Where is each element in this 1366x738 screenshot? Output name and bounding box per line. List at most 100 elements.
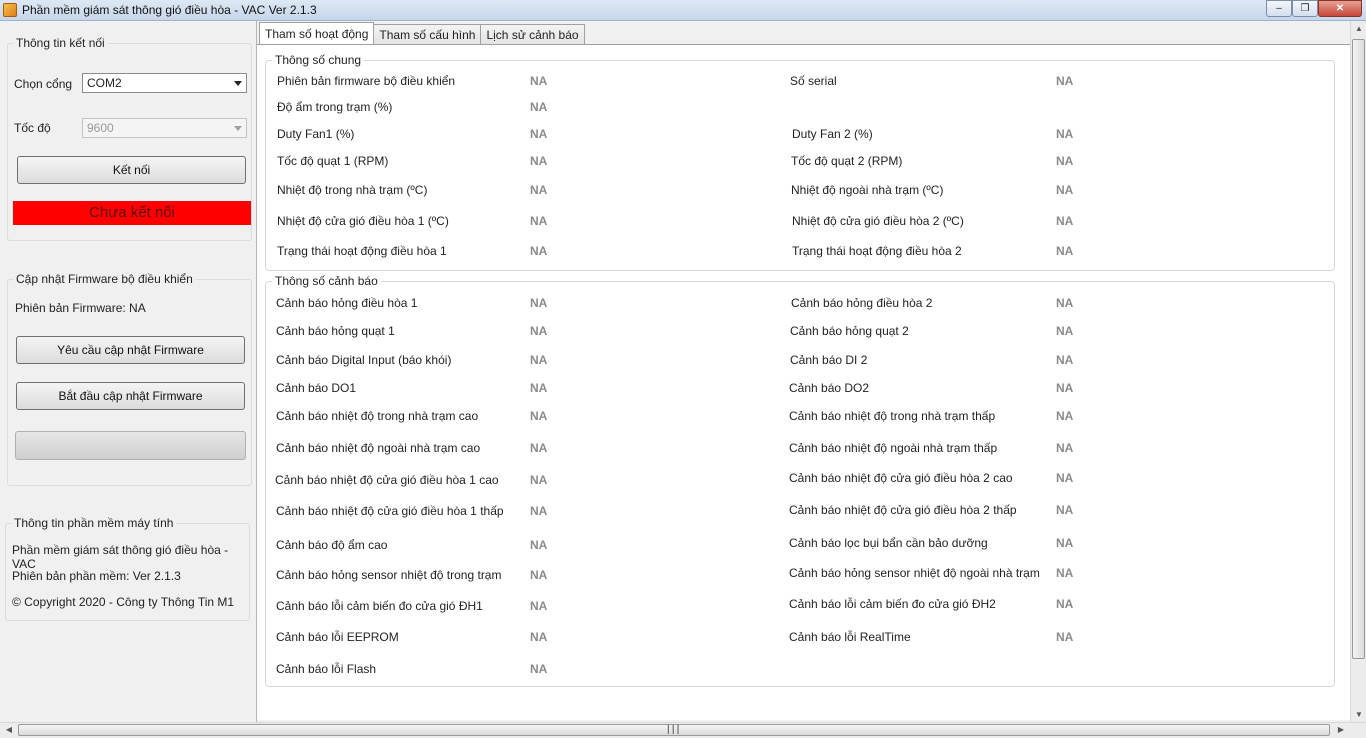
- baud-select[interactable]: 9600: [82, 118, 247, 138]
- param-label: Nhiệt độ ngoài nhà trạm (ºC): [791, 183, 944, 197]
- alarm-value: NA: [530, 662, 548, 676]
- alarm-label: Cảnh báo DI 2: [790, 353, 868, 367]
- param-value: NA: [1056, 127, 1074, 141]
- alarm-label: Cảnh báo nhiệt độ trong nhà trạm cao: [276, 409, 479, 423]
- tab-operation-params[interactable]: Tham số hoạt động: [259, 22, 375, 44]
- connection-status: Chưa kết nối: [13, 201, 251, 225]
- alarm-value: NA: [1056, 597, 1074, 611]
- alarm-label: Cảnh báo lỗi cảm biến đo cửa gió ĐH2: [789, 597, 996, 611]
- alarm-label: Cảnh báo hỏng sensor nhiệt độ trong trạm: [276, 568, 502, 582]
- alarm-value: NA: [530, 630, 548, 644]
- software-group-label: Thông tin phần mềm máy tính: [11, 516, 177, 530]
- vertical-scroll-thumb[interactable]: [1352, 39, 1365, 659]
- alarm-value: NA: [530, 441, 548, 455]
- connect-button[interactable]: Kết nối: [17, 156, 246, 184]
- param-value: NA: [1056, 244, 1074, 258]
- alarm-value: NA: [1056, 630, 1074, 644]
- scroll-up-icon[interactable]: ▲: [1352, 24, 1366, 33]
- software-name: Phần mềm giám sát thông gió điều hòa - V…: [12, 543, 229, 571]
- alarm-label: Cảnh báo nhiệt độ ngoài nhà trạm thấp: [789, 441, 998, 455]
- alarm-value: NA: [1056, 441, 1074, 455]
- software-info-group: Thông tin phần mềm máy tính Phần mềm giá…: [5, 516, 250, 621]
- alarm-value: NA: [530, 473, 548, 487]
- alarm-label: Cảnh báo lỗi Flash: [276, 662, 377, 676]
- alarm-value: NA: [1056, 381, 1074, 395]
- param-value: NA: [1056, 74, 1074, 88]
- port-select[interactable]: COM2: [82, 73, 247, 93]
- scroll-left-icon[interactable]: ◀: [2, 725, 16, 734]
- close-button[interactable]: ✕: [1318, 0, 1362, 17]
- baud-label: Tốc độ: [14, 121, 51, 135]
- param-value: NA: [530, 214, 548, 228]
- param-label: Nhiệt độ trong nhà trạm (ºC): [277, 183, 428, 197]
- param-value: NA: [530, 183, 548, 197]
- software-version: Phiên bản phần mềm: Ver 2.1.3: [12, 569, 181, 583]
- app-icon: [3, 3, 17, 17]
- alarm-label: Cảnh báo DO2: [789, 381, 870, 395]
- param-value: NA: [1056, 183, 1074, 197]
- alarm-value: NA: [530, 538, 548, 552]
- baud-select-value: 9600: [87, 121, 114, 135]
- param-value: NA: [530, 244, 548, 258]
- alarm-label: Cảnh báo nhiệt độ cửa gió điều hòa 1 thấ…: [276, 504, 504, 518]
- vertical-scrollbar[interactable]: ▲ ▼: [1350, 21, 1366, 723]
- chevron-down-icon: [234, 81, 242, 86]
- param-label: Độ ẩm trong trạm (%): [277, 100, 393, 114]
- param-label: Trạng thái hoạt động điều hòa 2: [792, 244, 962, 258]
- alarm-label: Cảnh báo lỗi EEPROM: [276, 630, 399, 644]
- alarm-value: NA: [1056, 471, 1074, 485]
- param-value: NA: [1056, 214, 1074, 228]
- tab-alarm-history[interactable]: Lịch sử cảnh báo: [480, 24, 585, 45]
- request-firmware-button[interactable]: Yêu cầu cập nhật Firmware: [16, 336, 245, 364]
- alarm-value: NA: [1056, 324, 1074, 338]
- alarm-label: Cảnh báo lọc bụi bẩn cần bảo dưỡng: [789, 536, 988, 550]
- alarm-label: Cảnh báo nhiệt độ ngoài nhà trạm cao: [276, 441, 481, 455]
- param-label: Phiên bản firmware bộ điều khiển: [277, 74, 456, 88]
- alarm-label: Cảnh báo nhiệt độ trong nhà trạm thấp: [789, 409, 996, 423]
- scroll-grip-icon: ┃┃┃: [666, 725, 681, 734]
- alarm-label: Cảnh báo hỏng sensor nhiệt độ ngoài nhà …: [789, 566, 1040, 580]
- chevron-down-icon: [234, 126, 242, 131]
- alarm-value: NA: [530, 568, 548, 582]
- maximize-button[interactable]: ❐: [1292, 0, 1318, 17]
- param-label: Số serial: [790, 74, 837, 88]
- alarm-value: NA: [530, 409, 548, 423]
- alarm-value: NA: [530, 296, 548, 310]
- alarm-label: Cảnh báo DO1: [276, 381, 357, 395]
- start-firmware-button[interactable]: Bắt đầu cập nhật Firmware: [16, 382, 245, 410]
- alarm-label: Cảnh báo hỏng quạt 2: [790, 324, 909, 338]
- firmware-group: Cập nhật Firmware bộ điều khiển Phiên bả…: [7, 272, 252, 486]
- general-group-label: Thông số chung: [272, 53, 365, 67]
- scroll-down-icon[interactable]: ▼: [1352, 710, 1366, 719]
- alarm-value: NA: [1056, 536, 1074, 550]
- firmware-version-text: Phiên bản Firmware: NA: [15, 301, 146, 315]
- alarm-label: Cảnh báo hỏng điều hòa 1: [276, 296, 418, 310]
- param-value: NA: [530, 74, 548, 88]
- port-select-value: COM2: [87, 76, 122, 90]
- param-value: NA: [530, 154, 548, 168]
- param-label: Nhiệt độ cửa gió điều hòa 1 (ºC): [277, 214, 449, 228]
- param-value: NA: [1056, 154, 1074, 168]
- alarm-value: NA: [530, 504, 548, 518]
- alarm-value: NA: [530, 353, 548, 367]
- software-copyright: © Copyright 2020 - Công ty Thông Tin M1: [12, 595, 235, 609]
- scroll-right-icon[interactable]: ▶: [1334, 725, 1348, 734]
- alarm-value: NA: [530, 324, 548, 338]
- connection-group-label: Thông tin kết nối: [13, 36, 108, 50]
- tab-config-params[interactable]: Tham số cấu hình: [373, 24, 482, 45]
- alarm-value: NA: [1056, 503, 1074, 517]
- firmware-progress-bar: [15, 431, 246, 460]
- minimize-button[interactable]: –: [1266, 0, 1292, 17]
- alarm-label: Cảnh báo lỗi cảm biến đo cửa gió ĐH1: [276, 599, 483, 613]
- minimize-icon: –: [1276, 3, 1282, 14]
- alarm-value: NA: [1056, 353, 1074, 367]
- alarm-label: Cảnh báo hỏng điều hòa 2: [791, 296, 933, 310]
- param-label: Nhiệt độ cửa gió điều hòa 2 (ºC): [792, 214, 964, 228]
- left-panel: Thông tin kết nối Chọn cổng COM2 Tốc độ …: [0, 21, 257, 723]
- alarm-label: Cảnh báo nhiệt độ cửa gió điều hòa 1 cao: [275, 473, 499, 487]
- param-value: NA: [530, 127, 548, 141]
- param-label: Duty Fan1 (%): [277, 127, 355, 141]
- horizontal-scrollbar[interactable]: ◀ ┃┃┃ ▶: [0, 722, 1366, 738]
- alarm-params-group: Thông số cảnh báo Cảnh báo hỏng điều hòa…: [265, 274, 1335, 687]
- alarm-value: NA: [530, 599, 548, 613]
